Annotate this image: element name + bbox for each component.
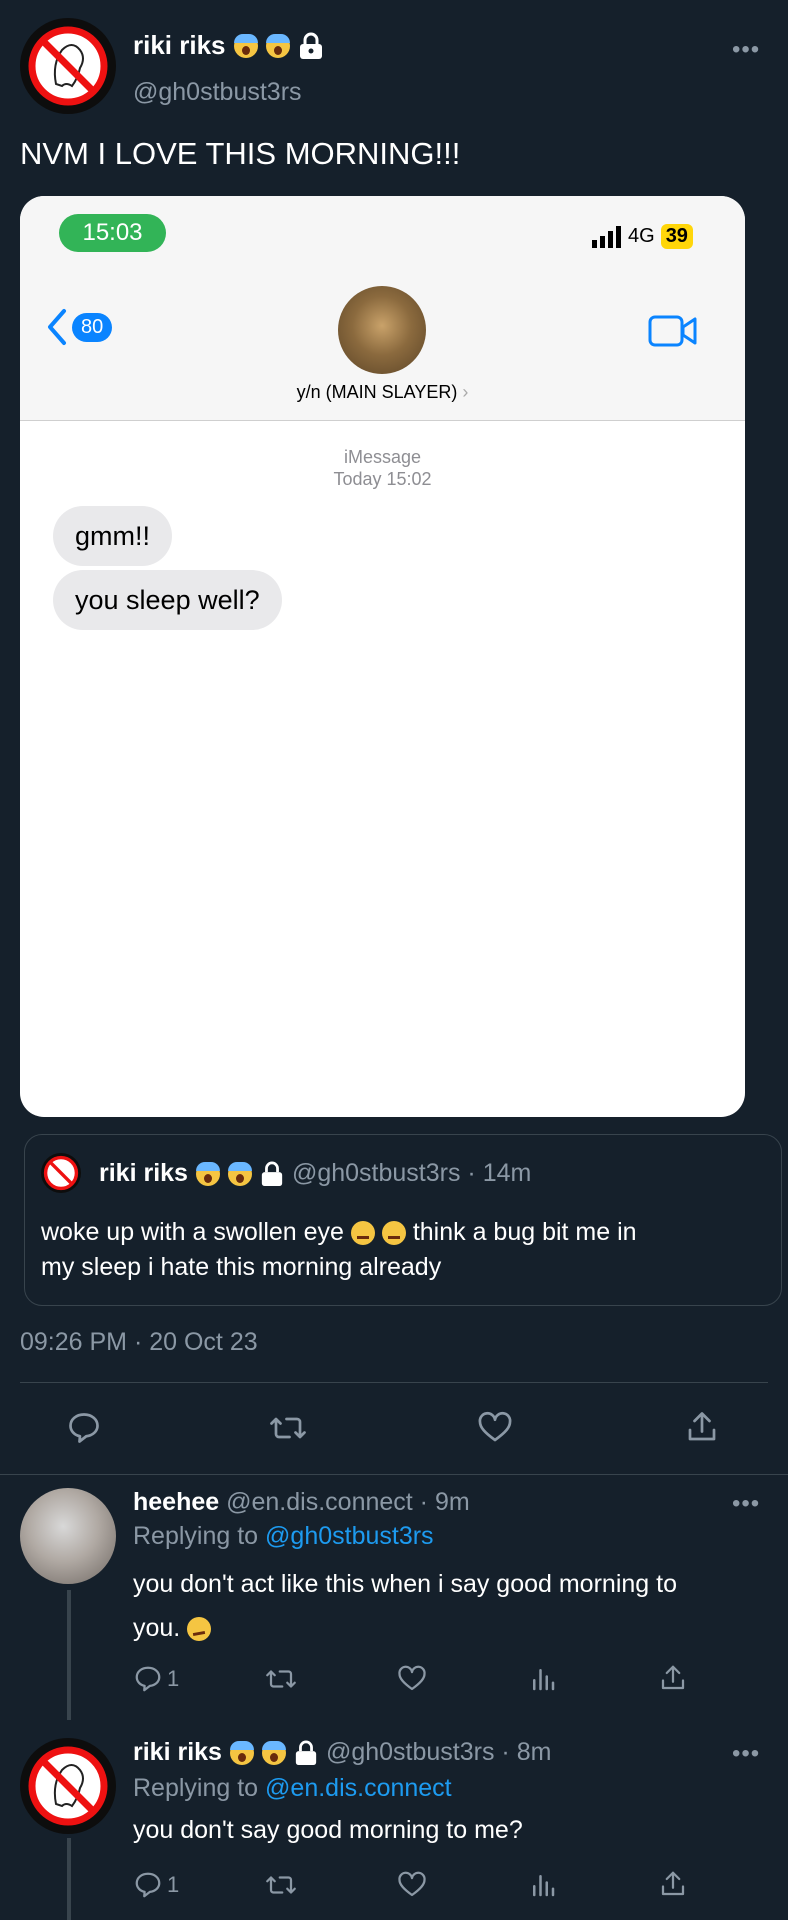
tweet-image[interactable]: 15:03 4G 39 80 y/n (MAIN SLAYER) › iMess…	[20, 196, 745, 1117]
battery-level: 39	[660, 224, 693, 249]
service-label: iMessage	[343, 447, 422, 467]
retweet-icon[interactable]	[264, 1664, 298, 1694]
analytics-icon[interactable]	[528, 1664, 558, 1694]
back-count-badge: 80	[72, 312, 113, 342]
scream-emoji-icon	[261, 1740, 286, 1765]
divider	[20, 1382, 768, 1383]
reply-author-avatar[interactable]	[20, 1488, 116, 1584]
reply-text: you don't say good morning to me?	[133, 1816, 523, 1844]
back-button[interactable]: 80	[46, 308, 113, 346]
ghostbusters-logo-icon	[28, 26, 108, 106]
lock-icon	[299, 32, 322, 59]
more-icon[interactable]: •••	[732, 36, 760, 64]
reply-header: riki riks @gh0stbust3rs · 8m	[133, 1738, 551, 1767]
status-time: 15:03	[59, 214, 166, 252]
quoted-author-avatar	[41, 1153, 81, 1193]
scream-emoji-icon	[265, 33, 290, 58]
replying-to: Replying to @gh0stbust3rs	[133, 1522, 434, 1551]
thread-line	[67, 1590, 71, 1720]
ghostbusters-logo-icon	[28, 1746, 108, 1826]
video-call-icon[interactable]	[648, 314, 698, 348]
scream-emoji-icon	[233, 33, 258, 58]
reply-icon[interactable]	[66, 1410, 102, 1446]
replying-prefix: Replying to	[133, 1522, 259, 1550]
ghostbusters-logo-icon	[43, 1155, 79, 1191]
quoted-text-line: my sleep i hate this morning already	[41, 1253, 442, 1281]
contact-name: y/n (MAIN SLAYER)	[296, 382, 458, 402]
scream-emoji-icon	[227, 1161, 252, 1186]
retweet-icon[interactable]	[264, 1870, 298, 1900]
conversation-meta: iMessage Today 15:02	[20, 446, 745, 490]
replying-to-link[interactable]: @en.dis.connect	[265, 1774, 452, 1802]
unamused-emoji-icon	[381, 1221, 406, 1246]
quoted-meta: @gh0stbust3rs · 14m	[291, 1159, 532, 1187]
message-bubble[interactable]: gmm!!	[53, 506, 173, 566]
scream-emoji-icon	[229, 1740, 254, 1765]
quoted-text-line: woke up with a swollen eye	[41, 1218, 344, 1246]
retweet-icon[interactable]	[268, 1410, 308, 1446]
reply-button[interactable]: 1	[133, 1664, 179, 1694]
reply-author-name[interactable]: riki riks	[133, 1738, 222, 1767]
share-icon[interactable]	[658, 1662, 688, 1694]
reply-count: 1	[167, 1872, 180, 1897]
like-icon[interactable]	[396, 1870, 428, 1900]
replying-to: Replying to @en.dis.connect	[133, 1774, 452, 1803]
replying-to-link[interactable]: @gh0stbust3rs	[265, 1522, 434, 1550]
lock-icon	[295, 1740, 317, 1765]
reply-text-line: you.	[133, 1614, 181, 1642]
author-name[interactable]: riki riks	[133, 30, 226, 61]
more-icon[interactable]: •••	[732, 1740, 760, 1768]
like-icon[interactable]	[476, 1410, 514, 1446]
message-bubble[interactable]: you sleep well?	[53, 570, 282, 630]
contact-name-row[interactable]: y/n (MAIN SLAYER) ›	[20, 382, 745, 403]
quoted-text: woke up with a swollen eye think a bug b…	[41, 1215, 637, 1285]
lock-icon	[261, 1161, 283, 1186]
network-type: 4G	[628, 225, 655, 247]
author-handle[interactable]: @gh0stbust3rs	[133, 78, 302, 107]
more-icon[interactable]: •••	[732, 1490, 760, 1518]
quoted-author-name: riki riks	[99, 1159, 188, 1187]
quoted-text-line: think a bug bit me in	[412, 1218, 637, 1246]
scream-emoji-icon	[195, 1161, 220, 1186]
like-icon[interactable]	[396, 1664, 428, 1694]
divider	[0, 1474, 788, 1475]
reply-text-line: you don't act like this when i say good …	[133, 1570, 677, 1598]
quoted-tweet[interactable]: riki riks @gh0stbust3rs · 14m woke up wi…	[24, 1134, 782, 1306]
reply-author-avatar[interactable]	[20, 1738, 116, 1834]
replying-prefix: Replying to	[133, 1774, 259, 1802]
unamused-emoji-icon	[350, 1221, 375, 1246]
reply-meta[interactable]: @en.dis.connect · 9m	[226, 1488, 470, 1516]
reply-meta[interactable]: @gh0stbust3rs · 8m	[326, 1738, 551, 1767]
reply-count: 1	[167, 1666, 180, 1691]
tweet-timestamp[interactable]: 09:26 PM · 20 Oct 23	[20, 1328, 258, 1357]
status-bar-right: 4G 39	[592, 224, 693, 249]
reply-header: heehee @en.dis.connect · 9m	[133, 1488, 470, 1517]
tweet-text: NVM I LOVE THIS MORNING!!!	[20, 136, 461, 171]
chevron-right-icon: ›	[462, 382, 469, 402]
reply-button[interactable]: 1	[133, 1870, 179, 1900]
share-icon[interactable]	[684, 1408, 720, 1446]
contact-avatar[interactable]	[338, 286, 426, 374]
reply-icon	[135, 1872, 161, 1898]
reply-author-name[interactable]: heehee	[133, 1488, 219, 1516]
confused-emoji-icon	[187, 1617, 212, 1642]
author-name-row: riki riks	[133, 30, 324, 61]
analytics-icon[interactable]	[528, 1870, 558, 1900]
reply-icon	[135, 1666, 161, 1692]
reply-text: you don't act like this when i say good …	[133, 1562, 677, 1650]
share-icon[interactable]	[658, 1868, 688, 1900]
back-chevron-icon	[48, 309, 66, 345]
signal-icon	[592, 225, 621, 248]
author-avatar[interactable]	[20, 18, 116, 114]
conversation-date: Today 15:02	[333, 469, 432, 489]
thread-line	[67, 1838, 71, 1920]
quoted-header: riki riks @gh0stbust3rs · 14m	[99, 1159, 531, 1188]
